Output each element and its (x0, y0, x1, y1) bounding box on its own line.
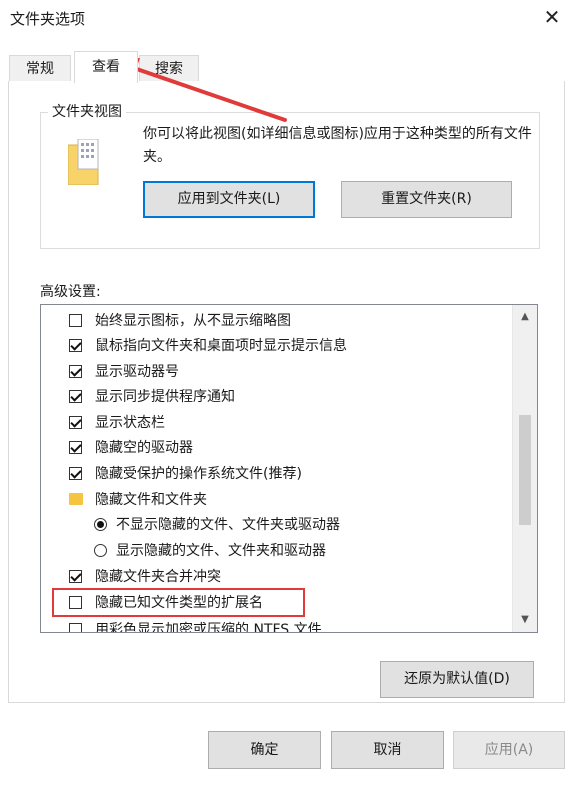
scroll-up-icon[interactable]: ▲ (513, 308, 537, 326)
checkbox[interactable] (69, 416, 82, 429)
checkbox[interactable] (69, 467, 82, 480)
folder-icon (69, 493, 83, 505)
folder-view-icon (68, 139, 99, 185)
checkbox[interactable] (69, 441, 82, 454)
checkbox[interactable] (69, 623, 82, 632)
apply-button[interactable]: 应用(A) (453, 731, 565, 769)
checkbox[interactable] (69, 390, 82, 403)
scroll-thumb[interactable] (519, 415, 531, 525)
reset-folders-button[interactable]: 重置文件夹(R) (341, 181, 512, 218)
advanced-settings-label: 高级设置: (40, 284, 101, 300)
restore-defaults-button[interactable]: 还原为默认值(D) (380, 661, 534, 698)
checkbox[interactable] (69, 365, 82, 378)
checkbox[interactable] (69, 314, 82, 327)
scrollbar[interactable]: ▲ ▼ (512, 305, 537, 632)
radio-button[interactable] (94, 544, 107, 557)
checkbox[interactable] (69, 339, 82, 352)
radio-button[interactable] (94, 518, 107, 531)
checkbox[interactable] (69, 570, 82, 583)
folder-views-description: 你可以将此视图(如详细信息或图标)应用于这种类型的所有文件夹。 (143, 126, 532, 165)
tab-general[interactable]: 常规 (9, 55, 71, 82)
tab-view[interactable]: 查看 (74, 51, 138, 83)
close-icon[interactable]: ✕ (541, 6, 563, 28)
cancel-button[interactable]: 取消 (331, 731, 444, 769)
ok-button[interactable]: 确定 (208, 731, 321, 769)
advanced-settings-list[interactable]: 始终显示图标，从不显示缩略图 鼠标指向文件夹和桌面项时显示提示信息 显示驱动器号… (40, 304, 538, 633)
scroll-down-icon[interactable]: ▼ (513, 611, 537, 629)
apply-to-folders-button[interactable]: 应用到文件夹(L) (143, 181, 315, 218)
window-title: 文件夹选项 (10, 10, 86, 28)
annotation-highlight-box (52, 588, 305, 617)
